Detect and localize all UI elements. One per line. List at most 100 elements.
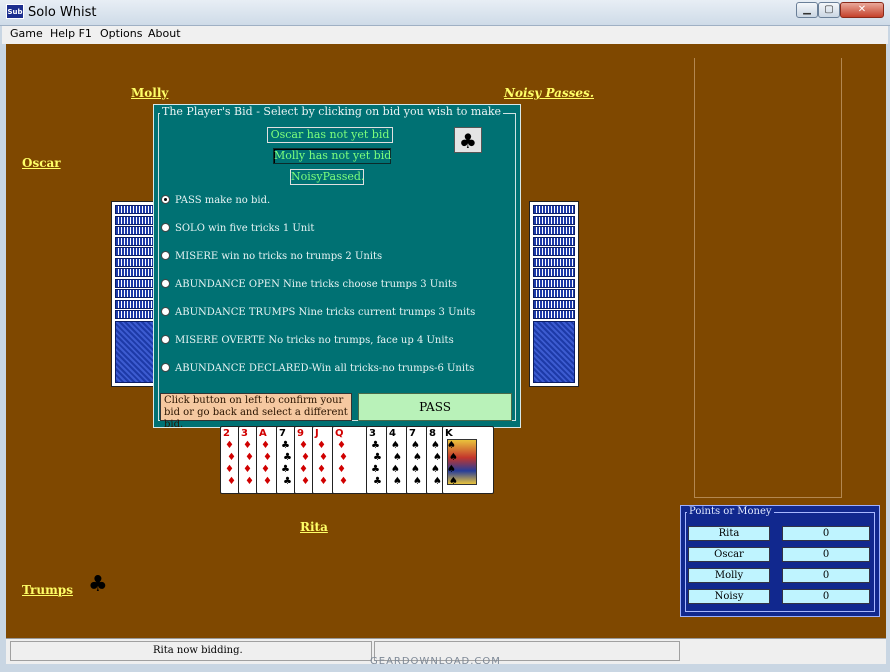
bid-radio[interactable] <box>161 335 170 344</box>
card-rank: 7 <box>279 428 286 439</box>
trumps-label: Trumps <box>22 583 73 597</box>
solo-whist-window: Sub Solo Whist ▁ ▢ ✕ Game Help F1 Option… <box>0 0 890 672</box>
card-rank: K <box>445 428 453 439</box>
points-name-noisy: Noisy <box>688 589 770 604</box>
menu-bar: Game Help F1 Options About <box>2 26 888 44</box>
card-suit-pip: ♠ <box>393 452 402 463</box>
card-suit-pip: ♦ <box>299 440 308 451</box>
bid-radio[interactable] <box>161 251 170 260</box>
card-back-strip <box>115 247 157 256</box>
bid-option-6[interactable]: ABUNDANCE DECLARED-Win all tricks-no tru… <box>161 363 474 374</box>
points-panel: Points or Money Rita 0 Oscar 0 Molly 0 N… <box>680 505 880 617</box>
card-back-strip <box>115 226 157 235</box>
bid-option-label: ABUNDANCE DECLARED-Win all tricks-no tru… <box>175 363 475 374</box>
card-back-strip <box>533 299 575 309</box>
card-rank: A <box>259 428 267 439</box>
card-back-strip <box>533 215 575 225</box>
card-back-strip <box>115 257 157 267</box>
card-back-strip <box>533 226 575 235</box>
card-rank: 7 <box>409 428 416 439</box>
card-suit-pip: ♦ <box>245 452 254 463</box>
card-suit-pip: ♦ <box>301 476 310 487</box>
bid-radio[interactable] <box>161 195 170 204</box>
card-suit-pip: ♠ <box>433 452 442 463</box>
title-bar[interactable]: Sub Solo Whist ▁ ▢ ✕ <box>0 0 890 26</box>
card-suit-pip: ♦ <box>243 440 252 451</box>
card-back-strip <box>533 257 575 267</box>
points-value-oscar: 0 <box>782 547 870 562</box>
card-rank: 4 <box>389 428 396 439</box>
maximize-button[interactable]: ▢ <box>818 2 840 18</box>
bid-radio[interactable] <box>161 279 170 288</box>
points-name-molly: Molly <box>688 568 770 583</box>
bid-option-label: ABUNDANCE TRUMPS Nine tricks current tru… <box>175 307 476 318</box>
bid-dialog-title: The Player's Bid - Select by clicking on… <box>160 105 504 118</box>
trick-area <box>694 58 842 498</box>
card-suit-pip: ♦ <box>319 476 328 487</box>
player-label-molly: Molly <box>131 86 169 100</box>
card-rank: 3 <box>369 428 376 439</box>
card-suit-pip: ♦ <box>245 476 254 487</box>
card-back-strip <box>115 278 157 288</box>
confirm-pass-button[interactable]: PASS <box>358 393 512 421</box>
card-rank: 2 <box>223 428 230 439</box>
bid-radio[interactable] <box>161 223 170 232</box>
card-suit-pip: ♠ <box>447 440 456 451</box>
menu-options[interactable]: Options <box>100 27 142 40</box>
status-message: Rita now bidding. <box>10 641 372 661</box>
card-suit-pip: ♦ <box>263 476 272 487</box>
status-oscar: Oscar has not yet bid <box>267 127 393 143</box>
bid-option-2[interactable]: MISERE win no tricks no trumps 2 Units <box>161 251 382 262</box>
card-back-strip <box>533 278 575 288</box>
card-suit-pip: ♠ <box>411 440 420 451</box>
card-back-strip <box>115 299 157 309</box>
card-suit-pip: ♣ <box>283 452 292 463</box>
card-suit-pip: ♠ <box>431 464 440 475</box>
points-value-rita: 0 <box>782 526 870 541</box>
card-back-strip <box>533 268 575 277</box>
bid-option-label: ABUNDANCE OPEN Nine tricks choose trumps… <box>175 279 457 290</box>
card-suit-pip: ♦ <box>263 452 272 463</box>
card-suit-pip: ♦ <box>225 464 234 475</box>
menu-game[interactable]: Game <box>10 27 43 40</box>
bid-option-5[interactable]: MISERE OVERTE No tricks no trumps, face … <box>161 335 454 346</box>
card-rank: Q <box>335 428 344 439</box>
bid-radio[interactable] <box>161 363 170 372</box>
menu-help[interactable]: Help F1 <box>50 27 92 40</box>
card-suit-pip: ♣ <box>283 476 292 487</box>
minimize-button[interactable]: ▁ <box>796 2 818 18</box>
bid-option-label: MISERE OVERTE No tricks no trumps, face … <box>175 335 454 346</box>
card-back-strip <box>115 310 157 319</box>
points-title: Points or Money <box>687 506 774 517</box>
card-back-strip <box>533 289 575 298</box>
card-suit-pip: ♦ <box>339 452 348 463</box>
status-molly: Molly has not yet bid <box>273 148 392 164</box>
player-label-rita: Rita <box>300 520 328 534</box>
bid-option-label: SOLO win five tricks 1 Unit <box>175 223 315 234</box>
card-suit-pip: ♦ <box>301 452 310 463</box>
card-suit-pip: ♠ <box>411 464 420 475</box>
card-suit-pip: ♠ <box>433 476 442 487</box>
hand-card[interactable]: K ♠ ♠ ♠ ♠ <box>442 426 494 494</box>
card-rank: 8 <box>429 428 436 439</box>
player-label-noisy: Noisy Passes. <box>504 86 594 100</box>
bid-radio[interactable] <box>161 307 170 316</box>
card-rank: 9 <box>297 428 304 439</box>
club-icon: ♣ <box>88 572 108 597</box>
card-suit-pip: ♣ <box>371 464 380 475</box>
bid-option-4[interactable]: ABUNDANCE TRUMPS Nine tricks current tru… <box>161 307 475 318</box>
card-suit-pip: ♠ <box>413 476 422 487</box>
card-suit-pip: ♦ <box>317 464 326 475</box>
card-suit-pip: ♦ <box>299 464 308 475</box>
card-suit-pip: ♦ <box>337 440 346 451</box>
card-back-strip <box>533 205 575 214</box>
card-suit-pip: ♦ <box>225 440 234 451</box>
bid-option-0[interactable]: PASS make no bid. <box>161 195 270 206</box>
card-rank: 3 <box>241 428 248 439</box>
bid-option-1[interactable]: SOLO win five tricks 1 Unit <box>161 223 314 234</box>
menu-about[interactable]: About <box>148 27 181 40</box>
close-button[interactable]: ✕ <box>840 2 884 18</box>
bid-option-3[interactable]: ABUNDANCE OPEN Nine tricks choose trumps… <box>161 279 457 290</box>
card-back-strip <box>115 205 157 214</box>
card-suit-pip: ♦ <box>339 476 348 487</box>
